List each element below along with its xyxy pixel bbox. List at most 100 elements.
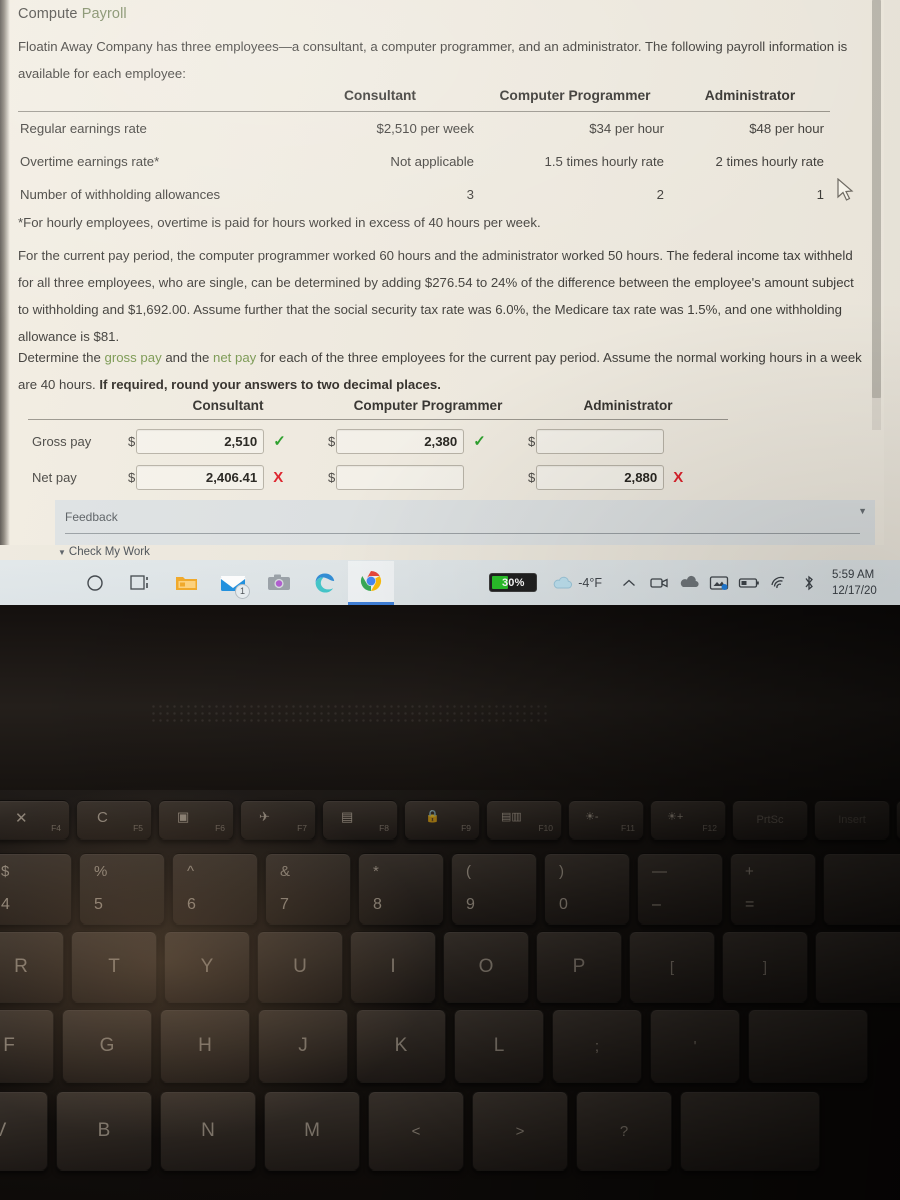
key-f-glyph: F bbox=[3, 1035, 15, 1056]
info-row-0-administrator: $48 per hour bbox=[749, 121, 824, 136]
key-o-glyph: O bbox=[478, 956, 494, 977]
bluetooth-icon[interactable] bbox=[794, 561, 824, 605]
key-shift-right[interactable] bbox=[680, 1091, 820, 1171]
key-8-glyph: 8 bbox=[373, 896, 382, 913]
net-pay-link[interactable]: net pay bbox=[213, 350, 256, 365]
key-b[interactable]: B bbox=[56, 1091, 152, 1171]
key-minus[interactable]: — – bbox=[637, 853, 723, 925]
key-y[interactable]: Y bbox=[164, 931, 250, 1003]
net-pay-administrator-cell: $ X bbox=[528, 464, 728, 490]
key-quote[interactable]: ' bbox=[650, 1009, 740, 1083]
key-backspace[interactable] bbox=[823, 853, 900, 925]
key-0[interactable]: ) 0 bbox=[544, 853, 630, 925]
key-f10[interactable]: ▤▥ F10 bbox=[486, 800, 562, 840]
file-explorer-icon[interactable] bbox=[164, 561, 210, 605]
key-p[interactable]: P bbox=[536, 931, 622, 1003]
key-semicolon[interactable]: ; bbox=[552, 1009, 642, 1083]
wifi-icon[interactable] bbox=[764, 561, 794, 605]
gross-pay-consultant-input[interactable] bbox=[136, 428, 265, 454]
net-pay-administrator-input[interactable] bbox=[536, 464, 665, 490]
key-t[interactable]: T bbox=[71, 931, 157, 1003]
key-u[interactable]: U bbox=[257, 931, 343, 1003]
key-9[interactable]: ( 9 bbox=[451, 853, 537, 925]
weather-widget[interactable]: -4°F bbox=[551, 575, 602, 591]
key-4-glyph: 4 bbox=[1, 896, 10, 913]
gross-pay-programmer-cell: $ ✓ bbox=[328, 428, 528, 454]
key-equals[interactable]: + = bbox=[730, 853, 816, 925]
key-period[interactable]: > bbox=[472, 1091, 568, 1171]
search-icon[interactable] bbox=[72, 561, 118, 605]
battery-icon[interactable] bbox=[734, 561, 764, 605]
key-8[interactable]: * 8 bbox=[358, 853, 444, 925]
net-pay-consultant-cross-icon: X bbox=[273, 468, 284, 486]
key-f8[interactable]: ▤ F8 bbox=[322, 800, 398, 840]
key-5[interactable]: % 5 bbox=[79, 853, 165, 925]
info-row-2-programmer: 2 bbox=[656, 187, 664, 202]
pay-period-paragraph: For the current pay period, the computer… bbox=[18, 248, 854, 344]
key-enter[interactable] bbox=[748, 1009, 868, 1083]
webpage-content: Compute Payroll Floatin Away Company has… bbox=[0, 0, 884, 558]
edge-icon[interactable] bbox=[302, 561, 348, 605]
key-f4[interactable]: ✕ F4 bbox=[0, 800, 70, 840]
onedrive-icon[interactable] bbox=[674, 561, 704, 605]
key-m[interactable]: M bbox=[264, 1091, 360, 1171]
net-pay-consultant-input[interactable] bbox=[136, 464, 265, 490]
key-n[interactable]: N bbox=[160, 1091, 256, 1171]
key-slash-glyph: ? bbox=[619, 1122, 629, 1140]
key-bracket-right[interactable]: ] bbox=[722, 931, 808, 1003]
key-prtsc[interactable]: PrtSc bbox=[732, 800, 808, 840]
table-row: Number of withholding allowances 3 2 1 bbox=[18, 178, 830, 211]
key-i[interactable]: I bbox=[350, 931, 436, 1003]
key-slash[interactable]: ? bbox=[576, 1091, 672, 1171]
check-my-work-toggle[interactable]: ▼ Check My Work bbox=[58, 546, 150, 558]
gross-pay-link[interactable]: gross pay bbox=[105, 350, 162, 365]
battery-percent-widget[interactable]: 30% bbox=[489, 573, 538, 592]
answer-header-administrator: Administrator bbox=[583, 398, 673, 413]
gross-pay-administrator-input[interactable] bbox=[536, 428, 665, 454]
key-h[interactable]: H bbox=[160, 1009, 250, 1083]
key-f12[interactable]: ☀+ F12 bbox=[650, 800, 726, 840]
task-view-icon[interactable] bbox=[118, 561, 164, 605]
feedback-panel[interactable]: Feedback ▼ bbox=[55, 500, 875, 545]
scrollbar-thumb[interactable] bbox=[872, 0, 881, 398]
key-6-glyph: 6 bbox=[187, 896, 196, 913]
answer-header-row: Consultant Computer Programmer Administr… bbox=[18, 398, 738, 419]
key-delete[interactable] bbox=[896, 800, 900, 840]
key-f7[interactable]: ✈ F7 bbox=[240, 800, 316, 840]
screen-share-icon[interactable] bbox=[704, 561, 734, 605]
camera-icon[interactable] bbox=[256, 561, 302, 605]
feedback-divider bbox=[65, 533, 860, 534]
key-backslash[interactable] bbox=[815, 931, 900, 1003]
chevron-up-icon[interactable] bbox=[614, 561, 644, 605]
net-pay-programmer-input[interactable] bbox=[336, 464, 465, 490]
currency-symbol: $ bbox=[528, 433, 536, 449]
key-7[interactable]: & 7 bbox=[265, 853, 351, 925]
gross-pay-programmer-input[interactable] bbox=[336, 428, 465, 454]
chrome-icon[interactable] bbox=[348, 560, 394, 605]
key-r[interactable]: R bbox=[0, 931, 64, 1003]
chevron-down-icon[interactable]: ▼ bbox=[858, 506, 867, 516]
key-f5[interactable]: C F5 bbox=[76, 800, 152, 840]
key-6[interactable]: ^ 6 bbox=[172, 853, 258, 925]
key-l[interactable]: L bbox=[454, 1009, 544, 1083]
key-comma[interactable]: < bbox=[368, 1091, 464, 1171]
mouse-cursor bbox=[837, 178, 854, 201]
key-4[interactable]: $ 4 bbox=[0, 853, 72, 925]
page-scrollbar[interactable] bbox=[872, 0, 881, 430]
key-k[interactable]: K bbox=[356, 1009, 446, 1083]
mail-icon[interactable]: 1 bbox=[210, 561, 256, 605]
meet-now-icon[interactable] bbox=[644, 561, 674, 605]
net-pay-administrator-cross-icon: X bbox=[673, 468, 684, 486]
key-v[interactable]: V bbox=[0, 1091, 48, 1171]
key-insert[interactable]: Insert bbox=[814, 800, 890, 840]
key-f11[interactable]: ☀- F11 bbox=[568, 800, 644, 840]
key-g[interactable]: G bbox=[62, 1009, 152, 1083]
table-header-row: Consultant Computer Programmer Administr… bbox=[18, 88, 830, 112]
key-f9[interactable]: 🔒 F9 bbox=[404, 800, 480, 840]
key-o[interactable]: O bbox=[443, 931, 529, 1003]
taskbar-clock[interactable]: 5:59 AM 12/17/20 bbox=[832, 567, 894, 599]
key-j[interactable]: J bbox=[258, 1009, 348, 1083]
key-f6[interactable]: ▣ F6 bbox=[158, 800, 234, 840]
key-f[interactable]: F bbox=[0, 1009, 54, 1083]
key-bracket-left[interactable]: [ bbox=[629, 931, 715, 1003]
